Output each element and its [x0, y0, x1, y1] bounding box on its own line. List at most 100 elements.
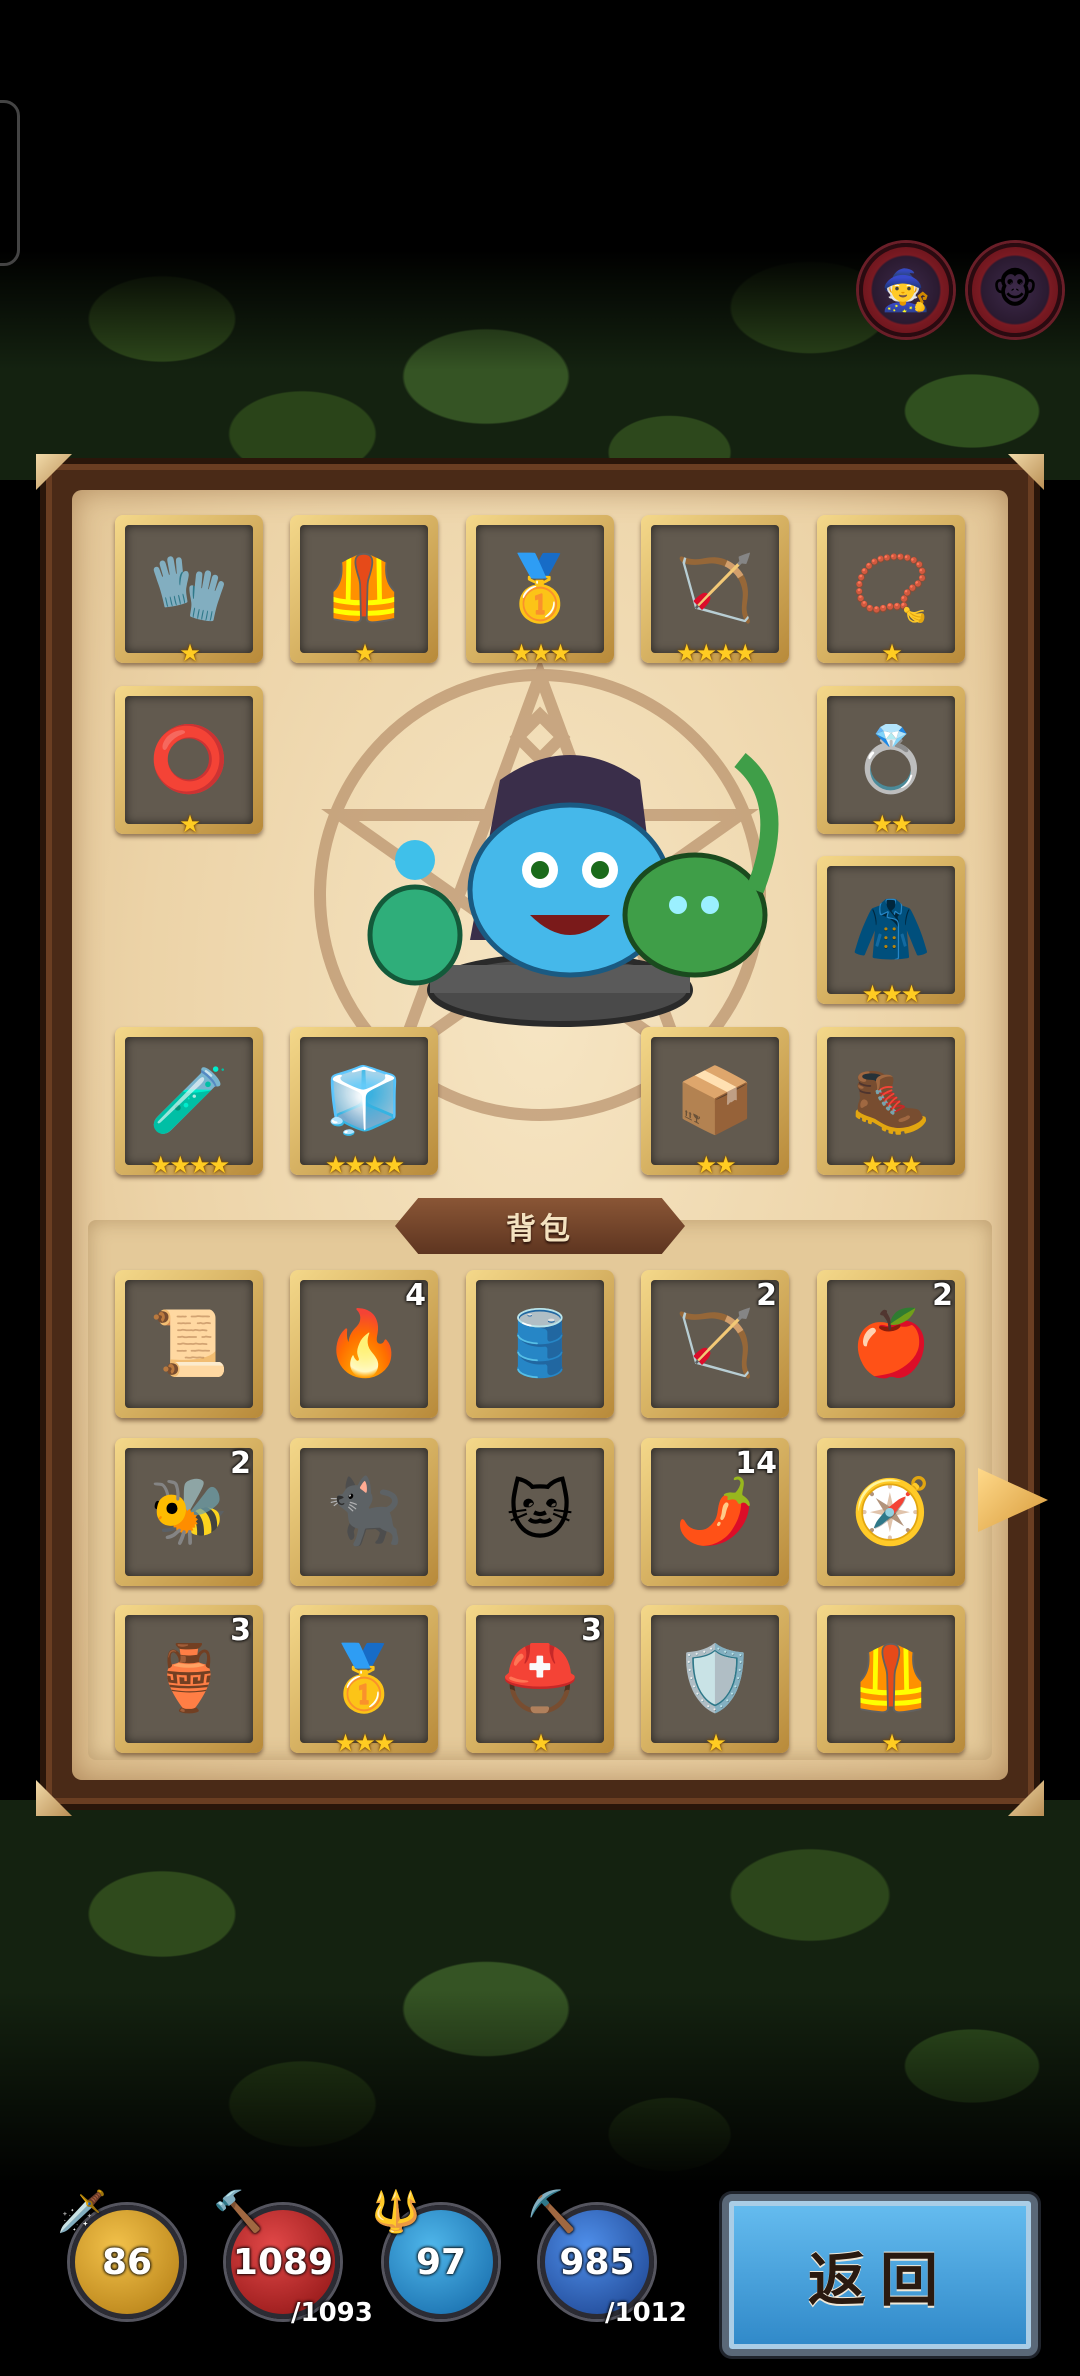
star-rating: ★★	[695, 1151, 736, 1179]
defense-value: 97	[415, 2241, 467, 2283]
bag-slot[interactable]: 🛡️ ★	[641, 1605, 789, 1757]
potion-gourd-icon: 🧪	[149, 1064, 229, 1138]
bag-slot[interactable]: ⛑️ ★ 3	[466, 1605, 614, 1757]
slot-well: 🥇	[476, 525, 604, 653]
equipment-slot[interactable]: 🧤 ★	[115, 515, 263, 667]
bag-slot[interactable]: 🏺 3	[115, 1605, 263, 1753]
slot-well: 🛢️	[476, 1280, 604, 1408]
equipment-slot[interactable]: ⭕ ★	[115, 686, 263, 838]
item-count: 2	[932, 1278, 953, 1313]
treasure-chest-icon: 📦	[675, 1064, 755, 1138]
star-rating: ★	[881, 639, 903, 667]
bag-slot[interactable]: 🐱	[466, 1438, 614, 1586]
bag-slot[interactable]: 🥇 ★★★	[290, 1605, 438, 1757]
zombie-cat-icon: 🐱	[506, 1475, 574, 1549]
character-portrait-button[interactable]: 🧙	[859, 243, 953, 337]
bag-slot[interactable]: 🔥 4	[290, 1270, 438, 1418]
equipment-slot[interactable]: 🦺 ★	[290, 515, 438, 667]
bag-slot[interactable]: 🧭	[817, 1438, 965, 1586]
bag-slot[interactable]: 🏹 2	[641, 1270, 789, 1418]
return-button[interactable]: 返回	[722, 2194, 1038, 2356]
mp-value: 985	[559, 2241, 635, 2283]
star-rating: ★★	[871, 810, 912, 838]
shade-bottom	[0, 1990, 1080, 2190]
amulet-icon: 📿	[851, 552, 931, 626]
pickaxe-icon: ⛏️	[527, 2189, 577, 2235]
side-drawer-tab[interactable]	[0, 100, 20, 266]
beehive-icon: 🐝	[149, 1475, 229, 1549]
bag-slot[interactable]: 🦺 ★	[817, 1605, 965, 1757]
hero-slime-with-pets	[367, 752, 779, 1027]
star-rating: ★★★★	[675, 639, 756, 667]
equipment-slot[interactable]: 💍 ★★	[817, 686, 965, 838]
equipment-slot[interactable]: 🏹 ★★★★	[641, 515, 789, 667]
star-rating: ★★★	[861, 1151, 923, 1179]
fur-boots-icon: 🥾	[851, 1064, 931, 1138]
star-rating: ★	[354, 639, 376, 667]
star-rating: ★★★★	[324, 1151, 405, 1179]
gem-ring-icon: 💍	[851, 723, 931, 797]
item-count: 3	[230, 1613, 251, 1648]
slot-well: 🧊	[300, 1037, 428, 1165]
wizard-portrait-icon: 🧙	[881, 267, 931, 314]
mp-stat: ⛏️ 985 /1012	[527, 2189, 687, 2328]
black-cat-statue-icon: 🐈‍⬛	[324, 1475, 404, 1549]
torch-icon: 🔥	[324, 1307, 404, 1381]
plate-armor-icon: 🛡️	[675, 1642, 755, 1716]
slot-well: 🐈‍⬛	[300, 1448, 428, 1576]
silver-bracelet-icon: ⭕	[149, 723, 229, 797]
slot-well: ⭕	[125, 696, 253, 824]
equipment-slot[interactable]: 📦 ★★	[641, 1027, 789, 1179]
slot-well: 📜	[125, 1280, 253, 1408]
powder-keg-icon: 🛢️	[500, 1307, 580, 1381]
slot-well: 🥾	[827, 1037, 955, 1165]
equipment-slot[interactable]: 🥇 ★★★	[466, 515, 614, 667]
bag-slot[interactable]: 🐝 2	[115, 1438, 263, 1586]
apple-icon: 🍎	[851, 1307, 931, 1381]
scroll-map-icon: 📜	[149, 1307, 229, 1381]
bag-slot[interactable]: 🛢️	[466, 1270, 614, 1418]
attack-stat: 🗡️ 86	[57, 2189, 184, 2319]
star-rating: ★	[179, 810, 201, 838]
bag-slot[interactable]: 📜	[115, 1270, 263, 1418]
star-rating: ★★★	[510, 639, 572, 667]
slot-well: 🧪	[125, 1037, 253, 1165]
spear-icon: 🔱	[371, 2189, 421, 2235]
equipment-slot[interactable]: 🧪 ★★★★	[115, 1027, 263, 1179]
arrow-icon: 🏹	[675, 1307, 755, 1381]
gauntlet-icon: 🧤	[149, 552, 229, 626]
bag-slot[interactable]: 🍎 2	[817, 1270, 965, 1418]
equipment-slot[interactable]: 🧊 ★★★★	[290, 1027, 438, 1179]
star-rating: ★	[705, 1729, 727, 1757]
hammer-icon: 🔨	[213, 2189, 263, 2235]
knight-helmet-icon: ⛑️	[500, 1642, 580, 1716]
slot-well: 🛡️	[651, 1615, 779, 1743]
slot-well: 🦺	[827, 1615, 955, 1743]
slot-well: 📿	[827, 525, 955, 653]
slot-well: 💍	[827, 696, 955, 824]
star-rating: ★	[881, 1729, 903, 1757]
bag-slot[interactable]: 🐈‍⬛	[290, 1438, 438, 1586]
gold-bracer-icon: 🥇	[324, 1642, 404, 1716]
pet-portrait-button[interactable]: 🐵	[968, 243, 1062, 337]
item-count: 14	[735, 1446, 777, 1481]
slot-well: 🧭	[827, 1448, 955, 1576]
equipment-slot[interactable]: 🧥 ★★★	[817, 856, 965, 1008]
slot-well: 🐱	[476, 1448, 604, 1576]
return-label: 返回	[807, 2246, 952, 2314]
equipment-slot[interactable]: 📿 ★	[817, 515, 965, 667]
equipment-slot[interactable]: 🥾 ★★★	[817, 1027, 965, 1179]
compass-icon: 🧭	[851, 1475, 931, 1549]
item-count: 4	[405, 1278, 426, 1313]
sword-icon: 🗡️	[57, 2189, 107, 2235]
hp-max: /1093	[291, 2298, 373, 2328]
blue-vase-icon: 🏺	[149, 1642, 229, 1716]
hp-stat: 🔨 1089 /1093	[213, 2189, 373, 2328]
monkey-portrait-icon: 🐵	[991, 267, 1039, 313]
bag-slot[interactable]: 🌶️ 14	[641, 1438, 789, 1586]
mp-max: /1012	[605, 2298, 687, 2328]
item-count: 2	[230, 1446, 251, 1481]
chili-pepper-icon: 🌶️	[675, 1475, 755, 1549]
fur-cloak-icon: 🧥	[851, 893, 931, 967]
chest-armor-icon: 🦺	[324, 552, 404, 626]
